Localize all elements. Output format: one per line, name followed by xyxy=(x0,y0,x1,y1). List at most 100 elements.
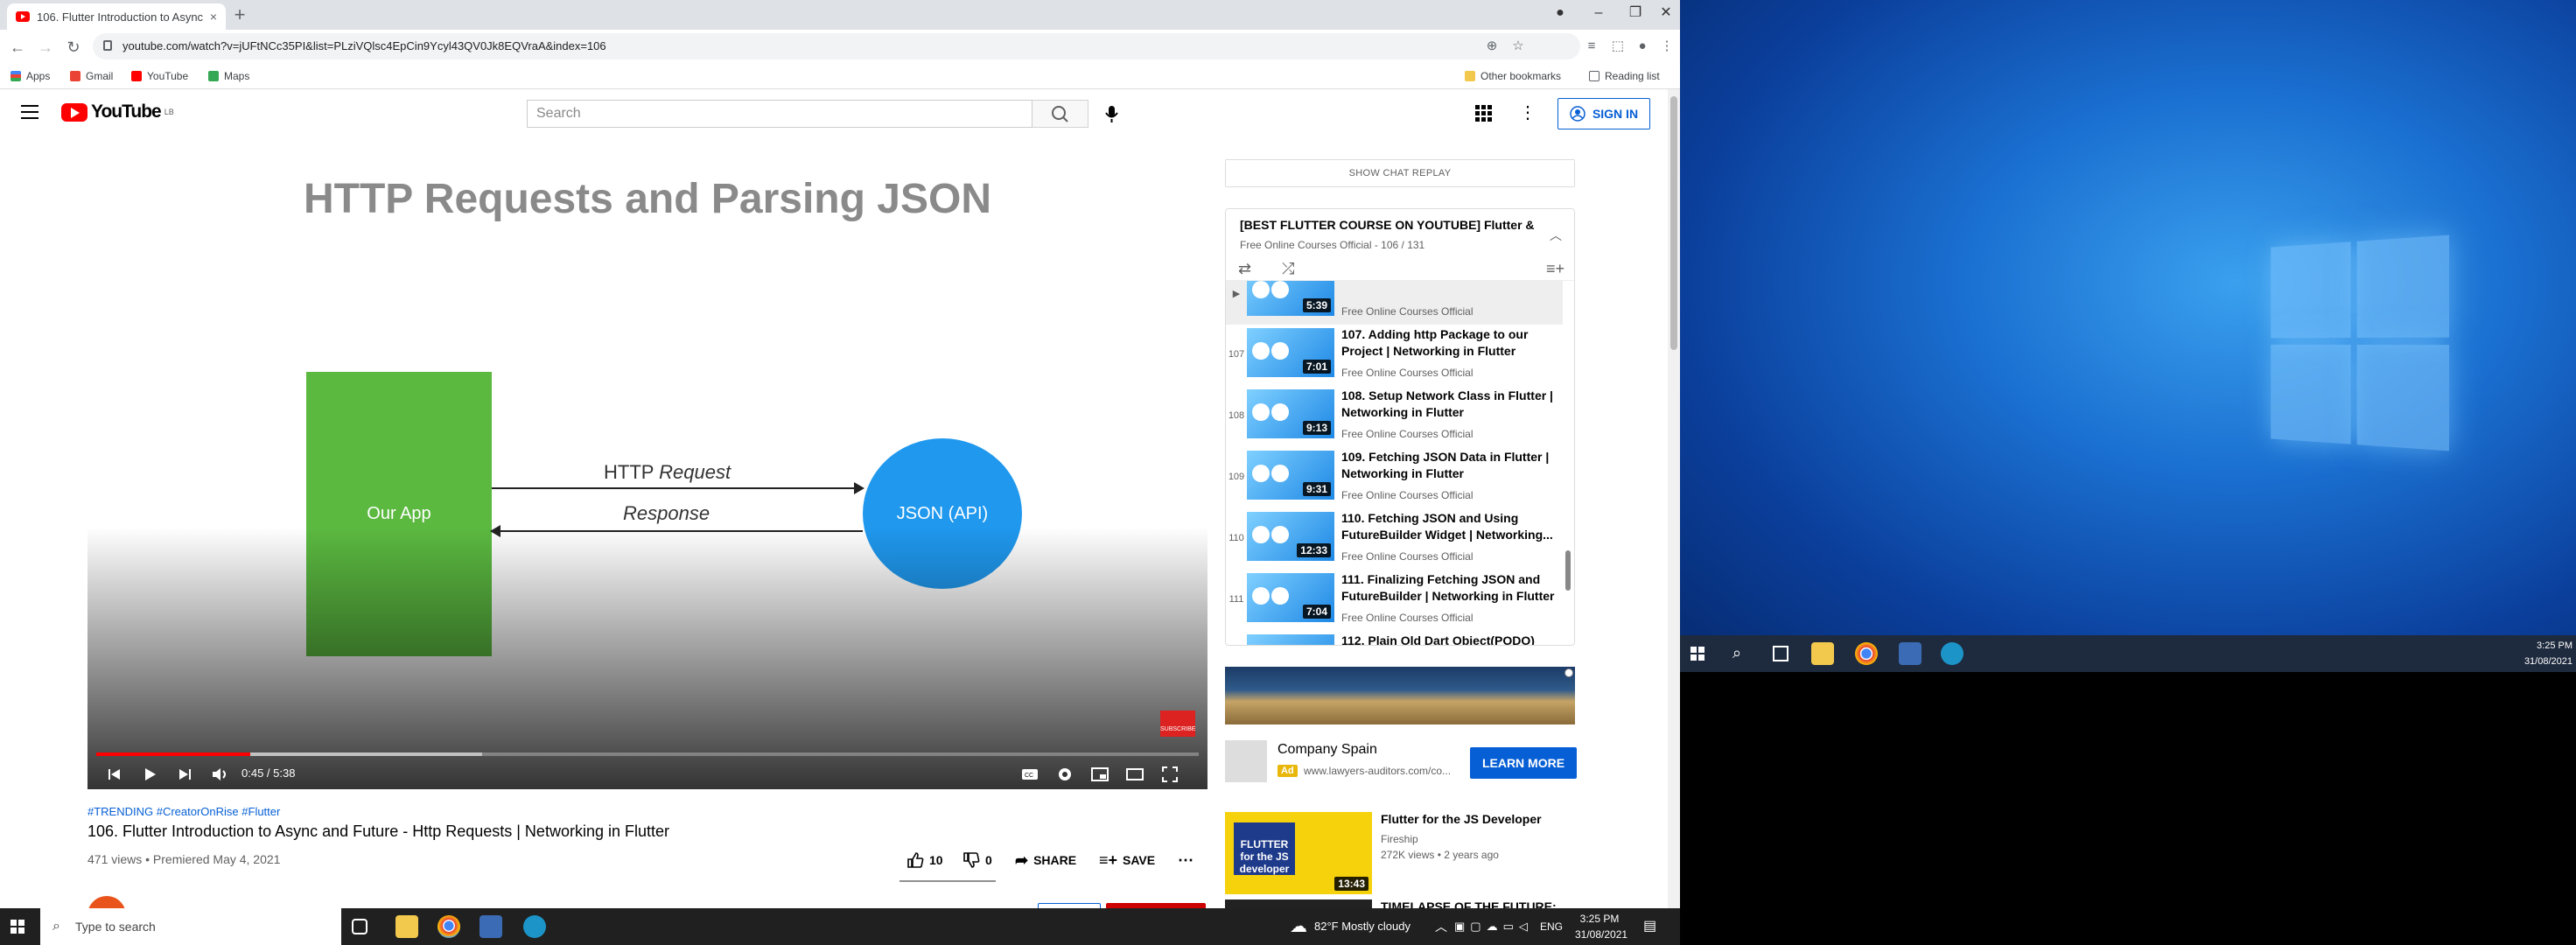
playlist-item-title[interactable]: 107. Adding http Package to our Project … xyxy=(1341,326,1560,360)
microphone-icon[interactable] xyxy=(1101,103,1122,124)
playlist-item-thumbnail[interactable]: 7:04 xyxy=(1247,573,1334,622)
reading-list[interactable]: Reading list xyxy=(1589,68,1660,84)
tab-active[interactable]: 106. Flutter Introduction to Async and..… xyxy=(7,4,226,30)
bookmark-star-icon[interactable]: ☆ xyxy=(1505,33,1531,60)
search-icon[interactable]: ⌕ xyxy=(1732,644,1741,662)
hashtags[interactable]: #TRENDING #CreatorOnRise #Flutter xyxy=(88,805,280,818)
forward-button[interactable]: → xyxy=(35,37,56,58)
page-scroll-thumb[interactable] xyxy=(1670,96,1677,350)
youtube-logo[interactable]: YouTube LB xyxy=(61,102,174,122)
recommended-title[interactable]: Flutter for the JS Developer xyxy=(1381,812,1542,826)
settings-gear-icon[interactable] xyxy=(1055,765,1074,784)
playlist-item-title[interactable]: 109. Fetching JSON Data in Flutter | Net… xyxy=(1341,449,1560,482)
bookmark-youtube[interactable]: YouTube xyxy=(131,68,188,84)
bookmark-gmail[interactable]: Gmail xyxy=(70,68,113,84)
share-button[interactable]: ➦ SHARE xyxy=(1015,849,1076,872)
tray-overflow-icon[interactable]: ︿ xyxy=(1435,908,1447,945)
notifications-icon[interactable]: ▤ xyxy=(1643,908,1656,945)
bookmark-maps[interactable]: Maps xyxy=(208,68,249,84)
playlist-item-thumbnail[interactable]: 5:39 xyxy=(1247,281,1334,316)
app-icon-2[interactable] xyxy=(1941,642,1964,665)
playlist-item-title[interactable]: 108. Setup Network Class in Flutter | Ne… xyxy=(1341,388,1560,421)
playlist-item[interactable]: 107 7:01 107. Adding http Package to our P… xyxy=(1226,325,1563,386)
playlist-item-title[interactable]: 111. Finalizing Fetching JSON and Future… xyxy=(1341,571,1560,605)
extensions-icon[interactable]: ⬚ xyxy=(1605,33,1631,60)
page-scrollbar[interactable] xyxy=(1668,89,1680,908)
playlist-item-thumbnail[interactable]: 9:13 xyxy=(1247,389,1334,438)
install-icon[interactable]: ⊕ xyxy=(1479,33,1505,60)
progress-bar[interactable] xyxy=(96,752,1199,756)
sign-in-button[interactable]: SIGN IN xyxy=(1558,98,1650,130)
task-view-icon[interactable] xyxy=(1773,646,1788,662)
close-window-button[interactable]: ✕ xyxy=(1652,0,1680,26)
apps-grid-icon[interactable] xyxy=(1475,105,1493,122)
file-explorer-icon[interactable] xyxy=(396,915,418,938)
play-icon[interactable] xyxy=(140,765,159,784)
new-tab-button[interactable]: + xyxy=(229,5,250,26)
restore-button[interactable]: ❐ xyxy=(1617,0,1654,26)
playlist-scrollbar[interactable] xyxy=(1565,550,1571,591)
playlist-item[interactable]: 109 9:31 109. Fetching JSON Data in Flutte… xyxy=(1226,447,1563,508)
other-bookmarks[interactable]: Other bookmarks xyxy=(1465,68,1561,84)
chrome-icon[interactable] xyxy=(438,915,460,938)
weather-icon[interactable]: ☁ xyxy=(1290,908,1307,945)
ad-logo[interactable] xyxy=(1225,740,1267,782)
profile-avatar-icon[interactable]: ● xyxy=(1629,33,1656,60)
playlist-item[interactable]: 111 7:04 111. Finalizing Fetching JSON and… xyxy=(1226,570,1563,631)
playlist-item-thumbnail[interactable]: 9:31 xyxy=(1247,451,1334,500)
reload-button[interactable]: ↻ xyxy=(63,37,84,58)
file-explorer-icon[interactable] xyxy=(1811,642,1834,665)
subscribe-watermark[interactable]: SUBSCRIBE xyxy=(1160,710,1195,737)
chrome-icon[interactable] xyxy=(1855,642,1878,665)
search-input[interactable]: Search xyxy=(527,100,1032,128)
profile-menu-icon[interactable]: ● xyxy=(1542,0,1578,26)
taskbar-search-input[interactable]: ⌕ Type to search xyxy=(40,908,341,945)
bookmark-apps[interactable]: Apps xyxy=(10,68,50,84)
playlist-item[interactable]: 108 9:13 108. Setup Network Class in Flutt… xyxy=(1226,386,1563,447)
playlist-item-thumbnail[interactable] xyxy=(1247,634,1334,645)
tab-close-icon[interactable]: × xyxy=(210,10,217,24)
windows-start-icon[interactable] xyxy=(10,920,24,934)
playlist-item[interactable]: ▶ 5:39 and Future - Http Requests |... Free… xyxy=(1226,281,1563,325)
loop-icon[interactable]: ⇄ xyxy=(1238,260,1251,278)
like-button[interactable]: 10 xyxy=(906,849,943,872)
clock[interactable]: 3:25 PM 31/08/2021 xyxy=(2520,638,2572,669)
playlist-title[interactable]: [BEST FLUTTER COURSE ON YOUTUBE] Flutter… xyxy=(1240,218,1537,232)
media-controls-icon[interactable]: ≡ xyxy=(1578,33,1605,60)
back-button[interactable]: ← xyxy=(7,37,28,58)
playlist-item-title[interactable]: 112. Plain Old Dart Object(PODO) xyxy=(1341,633,1560,645)
ad-info-icon[interactable] xyxy=(1564,668,1573,677)
url-field[interactable]: youtube.com/watch?v=jUFtNCc35PI&list=PLz… xyxy=(93,33,1580,60)
playlist-item-thumbnail[interactable]: 12:33 xyxy=(1247,512,1334,561)
task-view-icon[interactable] xyxy=(352,919,368,934)
recommended-thumbnail[interactable]: FLUTTER for the JS developer 13:43 xyxy=(1225,812,1372,894)
playlist-item[interactable]: 110 12:33 110. Fetching JSON and Using Fut… xyxy=(1226,508,1563,570)
captions-icon[interactable]: CC xyxy=(1020,765,1040,784)
windows-start-icon[interactable] xyxy=(1690,647,1704,661)
tray-icons[interactable]: ▣▢☁▭◁ xyxy=(1454,908,1533,945)
theater-mode-icon[interactable] xyxy=(1125,765,1144,784)
search-button[interactable] xyxy=(1032,100,1088,128)
playlist-item-thumbnail[interactable]: 7:01 xyxy=(1247,328,1334,377)
ad-banner-image[interactable] xyxy=(1225,667,1575,724)
more-actions-button[interactable]: ⋯ xyxy=(1178,849,1194,872)
chrome-menu-icon[interactable]: ⋮ xyxy=(1654,33,1680,60)
volume-icon[interactable] xyxy=(210,765,229,784)
app-icon-2[interactable] xyxy=(523,915,546,938)
playlist-menu-icon[interactable]: ≡+ xyxy=(1546,260,1564,278)
recommended-channel[interactable]: Fireship xyxy=(1381,833,1418,845)
shuffle-icon[interactable]: ⤮ xyxy=(1282,260,1294,278)
playlist-item-title[interactable]: and Future - Http Requests |... xyxy=(1341,281,1560,298)
chevron-up-icon[interactable]: ︿ xyxy=(1550,227,1562,242)
app-icon[interactable] xyxy=(1899,642,1922,665)
show-chat-replay-button[interactable]: SHOW CHAT REPLAY xyxy=(1225,159,1575,187)
minimize-button[interactable]: – xyxy=(1580,0,1617,26)
settings-more-icon[interactable]: ⋮ xyxy=(1519,102,1536,123)
next-icon[interactable] xyxy=(175,765,194,784)
clock[interactable]: 3:25 PM 31/08/2021 xyxy=(1575,911,1628,942)
miniplayer-icon[interactable] xyxy=(1090,765,1110,784)
app-icon[interactable] xyxy=(480,915,502,938)
playlist-item-title[interactable]: 110. Fetching JSON and Using FutureBuild… xyxy=(1341,510,1560,543)
save-button[interactable]: ≡+ SAVE xyxy=(1099,849,1155,872)
language-indicator[interactable]: ENG xyxy=(1540,908,1563,945)
